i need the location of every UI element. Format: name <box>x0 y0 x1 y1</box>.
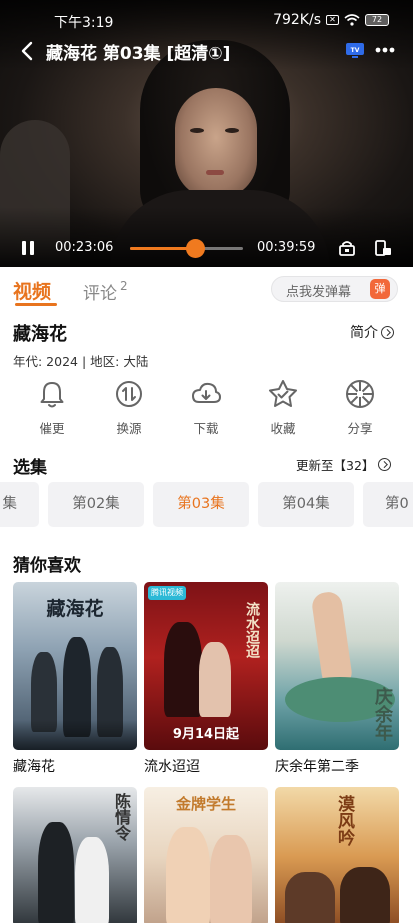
shutter-share-icon <box>346 380 374 408</box>
more-icon[interactable] <box>375 42 395 58</box>
cloud-download-icon <box>192 382 221 403</box>
video-frame-eye <box>190 128 204 133</box>
comments-count: 2 <box>120 279 128 293</box>
poster-title: 庆余年 <box>372 687 393 741</box>
battery-icon: 72 <box>365 14 389 26</box>
show-meta: 年代: 2024 | 地区: 大陆 <box>13 354 149 369</box>
action-download[interactable]: 下载 <box>176 378 236 437</box>
poster-hand <box>310 590 354 689</box>
tv-cast-icon[interactable]: TV <box>345 42 365 60</box>
tab-comments[interactable]: 评论 2 <box>83 279 128 304</box>
poster-title: 藏海花 <box>46 598 104 620</box>
poster-title: 漠风吟 <box>334 795 354 846</box>
poster-name[interactable]: 庆余年第二季 <box>275 756 359 776</box>
player-title-bar: 藏海花 第03集 [超清①] TV <box>0 36 413 64</box>
poster-caption: 9月14日起 <box>172 727 240 742</box>
action-share[interactable]: 分享 <box>330 378 390 437</box>
episode-item[interactable]: 第0 <box>363 482 413 527</box>
poster-figure <box>38 822 74 923</box>
poster-card[interactable]: 漠风吟 <box>275 787 399 923</box>
tab-comments-label: 评论 <box>83 284 117 304</box>
progress-handle[interactable] <box>186 239 206 258</box>
poster-card[interactable]: 金牌学生 <box>144 787 268 923</box>
active-tab-indicator <box>15 303 57 306</box>
action-label: 下载 <box>193 421 219 436</box>
poster-title: 陈情令 <box>112 793 131 841</box>
poster-badge: 腾讯视频 <box>148 586 186 600</box>
video-title: 藏海花 第03集 [超清①] <box>46 44 231 64</box>
episode-item[interactable]: 第04集 <box>258 482 354 527</box>
action-bar: 催更 换源 下载 收藏 分享 <box>0 378 413 440</box>
intro-label: 简介 <box>350 325 378 341</box>
poster-shade <box>13 720 137 750</box>
action-label: 换源 <box>116 421 142 436</box>
poster-card[interactable]: 藏海花 <box>13 582 137 750</box>
tab-video[interactable]: 视频 <box>13 277 51 304</box>
poster-figure <box>75 837 109 923</box>
video-frame-lip <box>206 170 224 175</box>
poster-figure <box>166 827 210 923</box>
status-time: 下午3:19 <box>54 15 114 31</box>
video-frame-face <box>175 88 257 198</box>
total-time: 00:39:59 <box>257 240 316 255</box>
progress-slider[interactable] <box>130 239 243 258</box>
video-frame-eye <box>225 128 239 133</box>
star-icon <box>269 380 297 407</box>
action-label: 收藏 <box>270 421 296 436</box>
poster-figure <box>210 835 252 923</box>
poster-card[interactable]: 陈情令 <box>13 787 137 923</box>
status-bar: 下午3:19 792K/s ✕ 72 <box>0 0 413 40</box>
action-switch-source[interactable]: 换源 <box>99 378 159 437</box>
episode-item[interactable]: 集 <box>0 482 39 527</box>
action-label: 催更 <box>39 421 65 436</box>
poster-title: 金牌学生 <box>175 795 236 813</box>
poster-figure <box>199 642 231 717</box>
player-controls: 00:23:06 00:39:59 <box>0 236 413 262</box>
episode-list: 集 第02集 第03集 第04集 第0 <box>0 482 413 528</box>
fullscreen-rotate-icon[interactable] <box>374 239 392 257</box>
poster-figure <box>285 872 335 923</box>
bell-icon <box>40 382 64 408</box>
video-player[interactable]: 下午3:19 792K/s ✕ 72 藏海花 第03集 [超清①] TV 00:… <box>0 0 413 267</box>
recommendations-title: 猜你喜欢 <box>13 556 81 576</box>
danmaku-placeholder: 点我发弹幕 <box>286 285 352 300</box>
current-time: 00:23:06 <box>55 240 114 255</box>
poster-name[interactable]: 流水迢迢 <box>144 756 200 776</box>
poster-name[interactable]: 藏海花 <box>13 756 55 776</box>
episode-item[interactable]: 第02集 <box>48 482 144 527</box>
content-tabs: 视频 评论 2 点我发弹幕 弹 <box>0 267 413 311</box>
danmaku-icon[interactable]: 弹 <box>370 279 390 299</box>
sim-icon: ✕ <box>326 15 339 25</box>
action-favorite[interactable]: 收藏 <box>253 378 313 437</box>
chevron-right-circle-icon <box>378 458 392 471</box>
action-label: 分享 <box>347 421 373 436</box>
action-urge-update[interactable]: 催更 <box>22 378 82 437</box>
episodes-update-label: 更新至【32】 <box>296 458 375 473</box>
screen-lock-icon[interactable] <box>338 240 356 256</box>
net-speed: 792K/s <box>273 12 321 28</box>
wifi-icon <box>344 14 360 26</box>
switch-source-icon <box>116 381 142 407</box>
episodes-update-link[interactable]: 更新至【32】 <box>296 455 392 474</box>
poster-figure <box>340 867 390 923</box>
back-arrow-icon[interactable] <box>18 40 38 62</box>
episodes-title: 选集 <box>13 458 47 478</box>
poster-card[interactable]: 庆余年 <box>275 582 399 750</box>
intro-link[interactable]: 简介 <box>350 322 394 342</box>
chevron-right-circle-icon <box>381 325 394 339</box>
poster-card[interactable]: 腾讯视频 流水迢迢 9月14日起 <box>144 582 268 750</box>
tv-label: TV <box>351 47 360 54</box>
poster-figure <box>164 622 202 717</box>
danmaku-input[interactable]: 点我发弹幕 弹 <box>271 276 398 302</box>
pause-icon[interactable] <box>19 239 37 257</box>
show-title: 藏海花 <box>13 324 67 345</box>
episode-item-active[interactable]: 第03集 <box>153 482 249 527</box>
